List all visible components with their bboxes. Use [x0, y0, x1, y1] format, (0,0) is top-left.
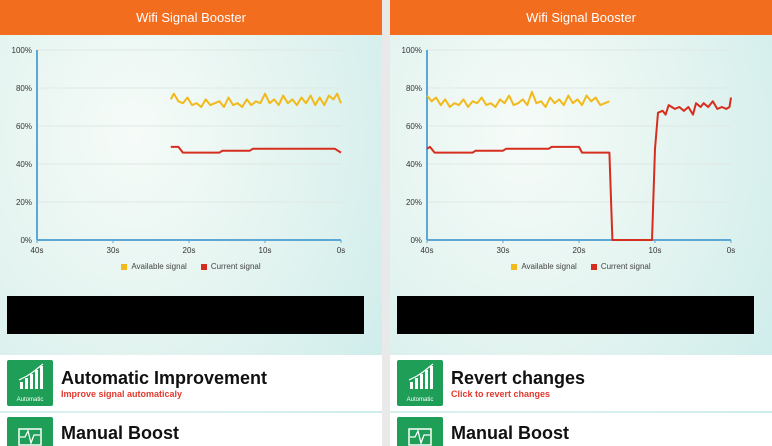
manual-boost-button[interactable]: Manual Boost — [0, 413, 382, 446]
card-title: Automatic Improvement — [61, 367, 268, 388]
legend-swatch-current — [590, 263, 597, 270]
x-tick-label: 30s — [497, 246, 510, 255]
card-title: Manual Boost — [61, 423, 180, 443]
signal-bars-icon: Automatic — [7, 360, 53, 406]
legend-item-current: Current signal — [200, 262, 261, 271]
signal-chart: 0% 20% 40% 60% 80% 100% 40s 30s 20s 10s 0s — [12, 46, 346, 255]
available-signal-line — [169, 92, 342, 108]
title-bar: Wifi Signal Booster — [0, 0, 382, 35]
pulse-icon — [397, 417, 443, 446]
y-tick-label: 40% — [406, 160, 422, 169]
legend-swatch-available — [121, 263, 128, 270]
x-tick-label: 10s — [259, 246, 272, 255]
y-tick-label: 100% — [402, 46, 422, 55]
y-tick-label: 20% — [16, 198, 32, 207]
title-bar: Wifi Signal Booster — [390, 0, 772, 35]
pulse-icon — [7, 417, 53, 446]
card-title: Revert changes — [451, 367, 586, 388]
legend-item-current: Current signal — [590, 262, 651, 271]
current-signal-line — [426, 97, 732, 241]
x-tick-label: 20s — [573, 246, 586, 255]
legend-item-available: Available signal — [511, 262, 577, 271]
x-tick-label: 0s — [727, 246, 735, 255]
x-tick-label: 20s — [183, 246, 196, 255]
y-tick-label: 20% — [406, 198, 422, 207]
chart-legend: Available signal Current signal — [390, 262, 772, 271]
y-tick-label: 0% — [20, 236, 32, 245]
legend-label-current: Current signal — [600, 262, 651, 271]
y-tick-label: 40% — [16, 160, 32, 169]
y-tick-label: 80% — [406, 84, 422, 93]
card-subtitle: Improve signal automaticaly — [61, 388, 183, 399]
current-signal-line — [170, 145, 342, 154]
legend-label-available: Available signal — [131, 262, 187, 271]
y-tick-label: 100% — [12, 46, 32, 55]
manual-boost-button[interactable]: Manual Boost — [390, 413, 772, 446]
app-title: Wifi Signal Booster — [526, 10, 636, 25]
x-tick-label: 10s — [649, 246, 662, 255]
x-tick-label: 40s — [421, 246, 434, 255]
legend-swatch-current — [200, 263, 207, 270]
available-signal-line — [426, 90, 610, 108]
signal-chart: 0% 20% 40% 60% 80% 100% 40s 30s 20s 10s 0s — [402, 46, 736, 255]
legend-swatch-available — [511, 263, 518, 270]
ad-banner[interactable] — [7, 296, 364, 334]
y-tick-label: 60% — [16, 122, 32, 131]
app-screenshot: Wifi Signal Booster 0% 20% 40% 60% 80% 100% 40… — [0, 0, 772, 446]
automatic-improvement-button[interactable]: Automatic Automatic Improvement Improve … — [0, 355, 382, 411]
y-tick-label: 80% — [16, 84, 32, 93]
card-title: Manual Boost — [451, 423, 570, 443]
y-tick-label: 0% — [410, 236, 422, 245]
icon-label: Automatic — [406, 397, 434, 403]
panel-divider — [382, 0, 390, 446]
right-screen: Wifi Signal Booster 0% 20% 40% 60% 80% 100% 40… — [390, 0, 772, 446]
ad-banner[interactable] — [397, 296, 754, 334]
x-tick-label: 40s — [31, 246, 44, 255]
signal-bars-icon: Automatic — [397, 360, 443, 406]
legend-label-current: Current signal — [210, 262, 261, 271]
icon-label: Automatic — [16, 397, 44, 403]
legend-item-available: Available signal — [121, 262, 187, 271]
legend-label-available: Available signal — [521, 262, 577, 271]
x-tick-label: 30s — [107, 246, 120, 255]
revert-changes-button[interactable]: Automatic Revert changes Click to revert… — [390, 355, 772, 411]
y-tick-label: 60% — [406, 122, 422, 131]
card-subtitle: Click to revert changes — [451, 388, 551, 399]
app-title: Wifi Signal Booster — [136, 10, 246, 25]
x-tick-label: 0s — [337, 246, 345, 255]
left-screen: Wifi Signal Booster 0% 20% 40% 60% 80% 100% 40… — [0, 0, 382, 446]
chart-legend: Available signal Current signal — [0, 262, 382, 271]
